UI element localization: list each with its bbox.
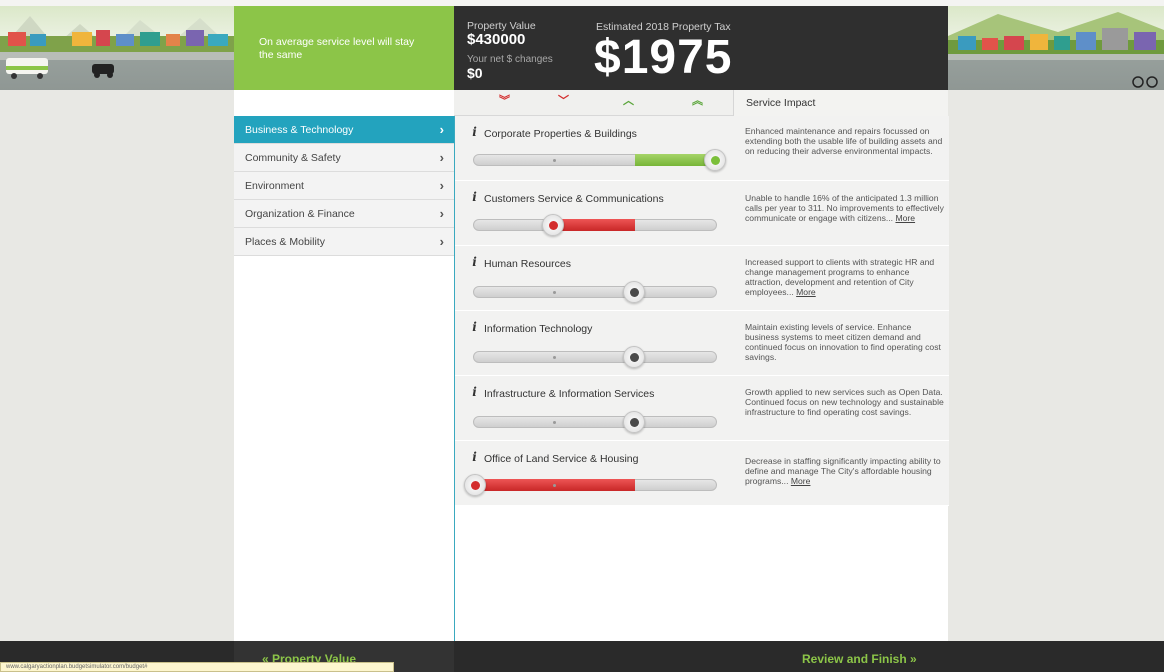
more-link[interactable]: More (791, 476, 811, 486)
net-changes-value: $0 (467, 65, 483, 81)
slider-center-marker (553, 291, 556, 294)
service-impact-text: Decrease in staffing significantly impac… (745, 456, 945, 486)
service-title: Office of Land Service & Housing (484, 453, 639, 465)
service-level-slider[interactable] (473, 149, 726, 171)
slider-center-marker (553, 159, 556, 162)
service-level-message: On average service level will stay the s… (234, 6, 463, 90)
double-down-arrow-icon: ︾ (499, 95, 510, 107)
info-icon[interactable]: i (468, 191, 481, 204)
slider-decrease-fill (553, 219, 635, 231)
city-scene-right-image (948, 12, 1164, 88)
chevron-right-icon: › (439, 122, 444, 137)
info-icon[interactable]: i (468, 386, 481, 399)
slider-center-marker (553, 484, 556, 487)
service-title: Infrastructure & Information Services (484, 388, 655, 400)
nav-item-label: Business & Technology (245, 124, 354, 136)
service-title: Corporate Properties & Buildings (484, 128, 637, 140)
chevron-right-icon: › (439, 206, 444, 221)
browser-status-url: www.calgaryactionplan.budgetsimulator.co… (0, 662, 394, 672)
chevron-right-icon: › (439, 234, 444, 249)
header: On average service level will stay the s… (0, 0, 1164, 90)
impact-description: Growth applied to new services such as O… (745, 387, 944, 417)
impact-description: Increased support to clients with strate… (745, 257, 935, 297)
slider-handle[interactable] (542, 214, 564, 236)
category-nav: Business & Technology › Community & Safe… (234, 90, 454, 641)
info-icon[interactable]: i (468, 256, 481, 269)
service-row: i Office of Land Service & Housing Decre… (455, 441, 949, 506)
service-impact-text: Increased support to clients with strate… (745, 257, 945, 297)
net-changes-label: Your net $ changes (467, 54, 553, 65)
slider-handle[interactable] (623, 346, 645, 368)
service-row: i Human Resources Increased support to c… (455, 246, 949, 311)
city-illustration-left (0, 6, 234, 90)
nav-item-environment[interactable]: Environment › (234, 172, 454, 200)
service-level-slider[interactable] (464, 474, 717, 496)
nav-item-organization-finance[interactable]: Organization & Finance › (234, 200, 454, 228)
slider-handle[interactable] (464, 474, 486, 496)
nav-item-label: Places & Mobility (245, 236, 325, 248)
double-up-arrow-icon: ︽ (692, 95, 703, 107)
tax-summary-panel: Property Value $430000 Your net $ change… (454, 6, 948, 90)
impact-description: Maintain existing levels of service. Enh… (745, 322, 941, 362)
impact-description: Decrease in staffing significantly impac… (745, 456, 941, 486)
service-level-slider[interactable] (473, 411, 717, 433)
nav-item-places-mobility[interactable]: Places & Mobility › (234, 228, 454, 256)
service-impact-text: Unable to handle 16% of the anticipated … (745, 193, 945, 223)
service-level-slider[interactable] (473, 346, 717, 368)
nav-item-label: Environment (245, 180, 304, 192)
more-link[interactable]: More (796, 287, 816, 297)
estimated-tax-value: $1975 (594, 31, 733, 84)
property-value: $430000 (467, 31, 526, 48)
service-level-slider[interactable] (473, 281, 717, 303)
service-title: Information Technology (484, 323, 593, 335)
more-link[interactable]: More (895, 213, 915, 223)
service-impact-text: Maintain existing levels of service. Enh… (745, 322, 945, 362)
service-impact-text: Growth applied to new services such as O… (745, 387, 945, 417)
chevron-right-icon: › (439, 178, 444, 193)
slider-handle[interactable] (623, 281, 645, 303)
nav-item-community-safety[interactable]: Community & Safety › (234, 144, 454, 172)
services-list: i Corporate Properties & Buildings Enhan… (454, 116, 949, 641)
service-row: i Information Technology Maintain existi… (455, 311, 949, 376)
review-and-finish-button[interactable]: Review and Finish » (802, 652, 917, 666)
slider-handle[interactable] (704, 149, 726, 171)
impact-description: Enhanced maintenance and repairs focusse… (745, 126, 943, 156)
service-row: i Corporate Properties & Buildings Enhan… (455, 116, 949, 181)
chevron-right-icon: › (439, 150, 444, 165)
up-arrow-icon: ︿ (623, 95, 634, 107)
info-icon[interactable]: i (468, 321, 481, 334)
down-arrow-icon: ﹀ (558, 95, 569, 107)
nav-item-business-technology[interactable]: Business & Technology › (234, 116, 454, 144)
service-impact-text: Enhanced maintenance and repairs focusse… (745, 126, 945, 156)
slider-center-marker (553, 356, 556, 359)
city-scene-left-image (0, 16, 234, 79)
info-icon[interactable]: i (468, 451, 481, 464)
info-icon[interactable]: i (468, 126, 481, 139)
service-title: Customers Service & Communications (484, 193, 664, 205)
slider-center-marker (553, 421, 556, 424)
service-level-slider[interactable] (473, 214, 717, 236)
service-title: Human Resources (484, 258, 571, 270)
service-impact-header: Service Impact (733, 90, 948, 116)
column-header: ︾ ﹀ ︿ ︽ Service Impact (454, 90, 948, 116)
nav-item-label: Community & Safety (245, 152, 341, 164)
nav-item-label: Organization & Finance (245, 208, 355, 220)
slider-handle[interactable] (623, 411, 645, 433)
service-row: i Infrastructure & Information Services … (455, 376, 949, 441)
service-row: i Customers Service & Communications Una… (455, 181, 949, 246)
city-illustration-right (948, 6, 1164, 90)
